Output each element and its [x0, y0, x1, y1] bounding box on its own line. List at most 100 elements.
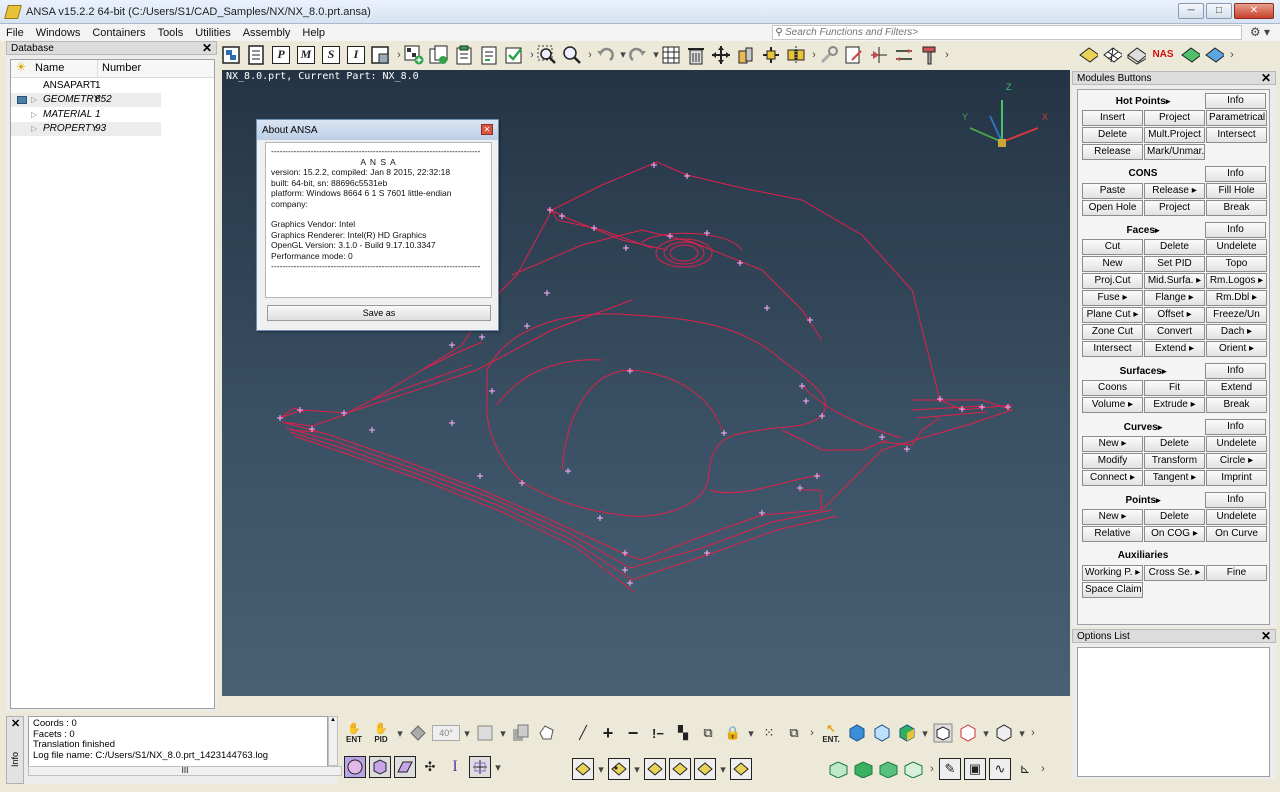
plus-icon[interactable]: + [597, 722, 619, 744]
module-button[interactable]: Paste [1082, 183, 1143, 199]
info-tab[interactable]: ✕ Info [6, 716, 24, 784]
edit-notes-icon[interactable] [843, 44, 865, 66]
blocks-icon[interactable]: ▚ [672, 722, 694, 744]
frame-icon[interactable] [474, 722, 496, 744]
database-close-icon[interactable]: ✕ [202, 41, 212, 55]
undo-icon[interactable] [594, 44, 616, 66]
dropdown-icon[interactable]: ▾ [719, 763, 727, 776]
module-button[interactable]: Offset ▸ [1144, 307, 1205, 323]
toolbar-more-icon[interactable]: › [1228, 49, 1236, 61]
list-icon[interactable] [245, 44, 267, 66]
module-info-button[interactable]: Info [1205, 222, 1266, 238]
module-button[interactable]: Intersect [1206, 127, 1267, 143]
module-button[interactable]: Extend [1206, 380, 1267, 396]
module-button[interactable]: Mid.Surfa. ▸ [1144, 273, 1205, 289]
volume-module-icon[interactable] [1126, 45, 1146, 65]
grid-icon[interactable] [660, 44, 682, 66]
module-button[interactable]: Freeze/Un [1206, 307, 1267, 323]
points-icon[interactable]: ✣ [419, 756, 441, 778]
module-button[interactable]: Project [1144, 200, 1205, 216]
module-button[interactable]: Fill Hole [1206, 183, 1267, 199]
save-as-button[interactable]: Save as [267, 305, 491, 321]
nastran-deck-icon[interactable]: NAS [1150, 45, 1176, 65]
ent-icon[interactable]: ↖ ENT. [819, 722, 843, 744]
dropdown-icon[interactable]: ▾ [494, 761, 502, 774]
module-group-title[interactable]: Hot Points [1082, 93, 1204, 109]
module-button[interactable]: Undelete [1206, 239, 1267, 255]
stack-icon[interactable]: ⧉ [783, 722, 805, 744]
cube-blue-icon[interactable] [846, 722, 868, 744]
module-button[interactable]: Project [1144, 110, 1205, 126]
select-curves-icon[interactable] [669, 758, 691, 780]
select-volume-icon[interactable] [694, 758, 716, 780]
module-button[interactable]: Release [1082, 144, 1143, 160]
options-close-icon[interactable]: ✕ [1261, 629, 1271, 643]
menu-tools[interactable]: Tools [152, 27, 190, 39]
green-shade-icon[interactable] [878, 758, 900, 780]
module-button[interactable]: New ▸ [1082, 509, 1143, 525]
overlap-icon[interactable]: ⧉ [697, 722, 719, 744]
undo-dropdown-icon[interactable]: ▾ [619, 48, 627, 61]
module-button[interactable]: Mark/Unmar. [1144, 144, 1205, 160]
pid-visibility-icon[interactable]: ✋ PID [369, 722, 393, 744]
module-info-button[interactable]: Info [1205, 363, 1266, 379]
sun-icon[interactable]: ☀ [11, 60, 31, 77]
menu-windows[interactable]: Windows [30, 27, 87, 39]
module-group-title[interactable]: Faces [1082, 222, 1204, 238]
part-manager-icon[interactable]: P [270, 44, 292, 66]
module-group-title[interactable]: Surfaces [1082, 363, 1204, 379]
select-all-icon[interactable] [730, 758, 752, 780]
blue-module-icon[interactable] [1204, 45, 1224, 65]
module-button[interactable]: Coons [1082, 380, 1143, 396]
module-info-button[interactable]: Info [1205, 166, 1266, 182]
toolbar-more-icon[interactable]: › [943, 49, 951, 61]
menu-help[interactable]: Help [296, 27, 331, 39]
cube-settings-icon[interactable] [993, 722, 1015, 744]
module-button[interactable]: Transform [1144, 453, 1205, 469]
module-button[interactable]: Rm.Dbl ▸ [1206, 290, 1267, 306]
copy-part-icon[interactable] [428, 44, 450, 66]
module-button[interactable]: Tangent ▸ [1144, 470, 1205, 486]
dropdown-icon[interactable]: ▾ [463, 727, 471, 740]
about-close-button[interactable]: ✕ [481, 124, 493, 135]
mesh-module-icon[interactable] [1102, 45, 1122, 65]
set-manager-icon[interactable]: S [320, 44, 342, 66]
checks-icon[interactable] [503, 44, 525, 66]
angle-field[interactable]: 40° [432, 725, 460, 741]
module-button[interactable]: Plane Cut ▸ [1082, 307, 1143, 323]
module-info-button[interactable]: Info [1205, 419, 1266, 435]
module-button[interactable]: Open Hole [1082, 200, 1143, 216]
menu-utilities[interactable]: Utilities [189, 27, 236, 39]
module-button[interactable]: Space Claim [1082, 582, 1143, 598]
menu-assembly[interactable]: Assembly [237, 27, 297, 39]
module-button[interactable]: Extend ▸ [1144, 341, 1205, 357]
toolbar-more-icon[interactable]: › [928, 763, 936, 775]
module-button[interactable]: Proj.Cut [1082, 273, 1143, 289]
text-cursor-icon[interactable]: I [444, 756, 466, 778]
module-button[interactable]: Break [1206, 397, 1267, 413]
toolbar-more-icon[interactable]: › [810, 49, 818, 61]
module-button[interactable]: Set PID [1144, 256, 1205, 272]
select-faces-icon[interactable] [644, 758, 666, 780]
module-button[interactable]: On COG ▸ [1144, 526, 1205, 542]
polygon-icon[interactable] [535, 722, 557, 744]
material-manager-icon[interactable]: M [295, 44, 317, 66]
module-button[interactable]: Delete [1144, 509, 1205, 525]
visibility-icon[interactable] [17, 95, 27, 104]
minus-icon[interactable]: − [622, 722, 644, 744]
mirror-icon[interactable] [785, 44, 807, 66]
maximize-button[interactable]: □ [1206, 3, 1232, 19]
module-button[interactable]: Undelete [1206, 436, 1267, 452]
module-button[interactable]: Fit [1144, 380, 1205, 396]
module-button[interactable]: Fine [1206, 565, 1267, 581]
pen-icon[interactable]: ✎ [939, 758, 961, 780]
dropdown-icon[interactable]: ▾ [982, 727, 990, 740]
module-group-title[interactable]: Points [1082, 492, 1204, 508]
modules-close-icon[interactable]: ✕ [1261, 71, 1271, 85]
tree-row[interactable]: ▷ GEOMETRY 852 [11, 92, 161, 107]
dropdown-icon[interactable]: ▾ [396, 727, 404, 740]
wrench-icon[interactable] [818, 44, 840, 66]
module-button[interactable]: Intersect [1082, 341, 1143, 357]
toolbar-more-icon[interactable]: › [586, 49, 594, 61]
module-group-title[interactable]: CONS [1082, 166, 1204, 182]
